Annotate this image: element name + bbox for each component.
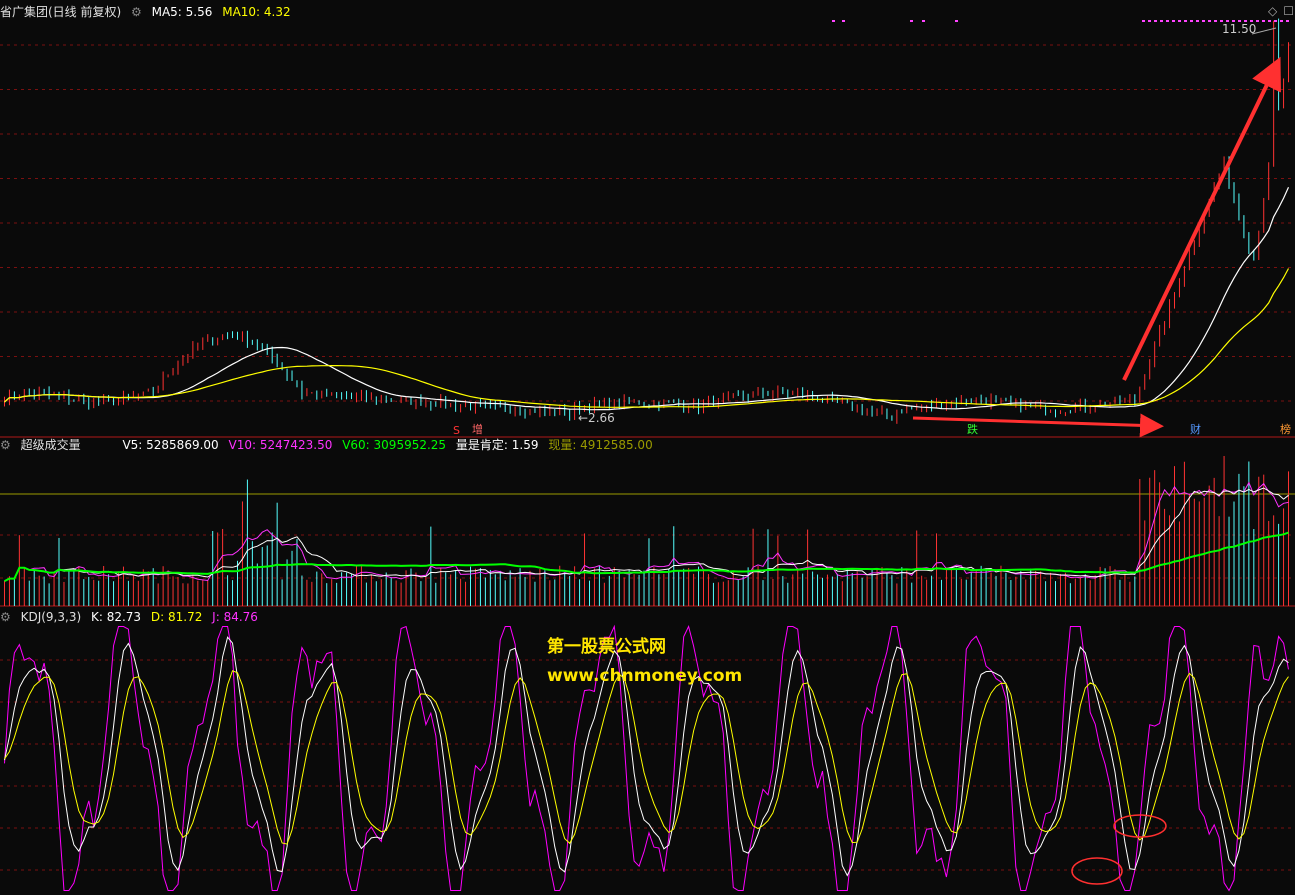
volume-header: ⚙ 超级成交量 V5: 5285869.00 V10: 5247423.50 V… xyxy=(0,438,659,452)
kdj-d-label: D: 81.72 xyxy=(150,610,203,624)
uptrend-arrow xyxy=(1122,56,1281,381)
signal-dot xyxy=(1142,20,1145,22)
price-title: 省广集团(日线 前复权) xyxy=(0,5,122,19)
kdj-header: ⚙ KDJ(9,3,3) K: 82.73 D: 81.72 J: 84.76 xyxy=(0,610,264,624)
v60-label: V60: 3095952.25 xyxy=(342,438,447,452)
signal-dot xyxy=(922,20,925,22)
signal-dot xyxy=(832,20,835,22)
watermark-url: www.chnmoney.com xyxy=(547,666,743,686)
ma5-line xyxy=(4,187,1290,411)
tag-cai: 财 xyxy=(1190,423,1201,436)
settings-icon[interactable]: ⚙ xyxy=(131,5,142,19)
signal-dot xyxy=(1274,20,1277,22)
high-price-label: 11.50 xyxy=(1222,22,1257,36)
signal-dot xyxy=(1184,20,1187,22)
ma10-label: MA10: 4.32 xyxy=(222,5,291,19)
v10-label: V10: 5247423.50 xyxy=(228,438,333,452)
signal-dot xyxy=(1214,20,1217,22)
kdj-settings-icon[interactable]: ⚙ xyxy=(0,610,11,624)
signal-dot xyxy=(1286,20,1289,22)
signal-dot xyxy=(1208,20,1211,22)
ratio-label: 量是肯定: 1.59 xyxy=(455,438,539,452)
signal-dot xyxy=(1172,20,1175,22)
price-header: 省广集团(日线 前复权) ⚙ MA5: 5.56 MA10: 4.32 xyxy=(0,5,297,19)
signal-dot xyxy=(1166,20,1169,22)
ma10-line xyxy=(4,268,1290,408)
v5-label: V5: 5285869.00 xyxy=(122,438,219,452)
sideways-arrow xyxy=(912,413,1164,438)
low-price-label: ←2.66 xyxy=(578,411,615,425)
current-volume-label: 现量: 4912585.00 xyxy=(548,438,653,452)
signal-dot xyxy=(955,20,958,22)
window-icon[interactable]: ☐ xyxy=(1283,4,1294,18)
tag-die: 跌 xyxy=(967,423,978,436)
highlight-circle xyxy=(1071,857,1123,885)
tag-zeng: 增 xyxy=(472,423,483,436)
signal-dot xyxy=(1262,20,1265,22)
signal-dot xyxy=(1202,20,1205,22)
diamond-icon[interactable]: ◇ xyxy=(1268,4,1277,18)
signal-dot xyxy=(1160,20,1163,22)
v60-line xyxy=(4,531,1289,582)
kdj-title: KDJ(9,3,3) xyxy=(20,610,82,624)
kdj-d-line xyxy=(4,670,1289,845)
signal-dot xyxy=(1196,20,1199,22)
signal-dot xyxy=(1268,20,1271,22)
tag-s: S xyxy=(453,424,460,437)
v10-line xyxy=(4,481,1289,582)
signal-dot xyxy=(1178,20,1181,22)
kdj-j-label: J: 84.76 xyxy=(212,610,258,624)
tag-bang: 榜 xyxy=(1280,423,1291,436)
signal-dot xyxy=(910,20,913,22)
signal-dot xyxy=(1154,20,1157,22)
signal-dot xyxy=(1190,20,1193,22)
kdj-k-label: K: 82.73 xyxy=(90,610,142,624)
signal-dot xyxy=(1256,20,1259,22)
signal-dot xyxy=(1148,20,1151,22)
watermark-title: 第一股票公式网 xyxy=(547,637,666,657)
volume-title: 超级成交量 xyxy=(20,438,81,452)
corner-controls: ◇ ☐ xyxy=(1268,4,1295,18)
signal-dot xyxy=(842,20,845,22)
ma5-label: MA5: 5.56 xyxy=(151,5,213,19)
volume-settings-icon[interactable]: ⚙ xyxy=(0,438,11,452)
signal-dot xyxy=(1280,20,1283,22)
